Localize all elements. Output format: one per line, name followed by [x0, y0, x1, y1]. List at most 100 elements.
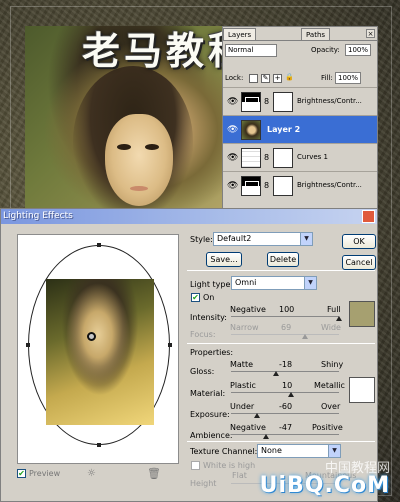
layer-row[interactable]: 👁 Layer 2	[223, 115, 377, 143]
lock-all-icon[interactable]: 🔒	[285, 74, 294, 83]
photo-lips	[130, 186, 148, 191]
lock-move-icon[interactable]: +	[273, 74, 282, 83]
ambience-value: -47	[279, 423, 293, 432]
layer-row[interactable]: 👁 8 Curves 1	[223, 143, 377, 171]
photo-eye-left	[117, 144, 131, 150]
material-value: 10	[282, 381, 293, 390]
visibility-eye-icon[interactable]: 👁	[227, 181, 238, 191]
chevron-down-icon: ▼	[304, 277, 316, 289]
tab-paths[interactable]: Paths	[301, 28, 331, 40]
light-type-label: Light type:	[190, 280, 234, 289]
dialog-titlebar[interactable]: Lighting Effects	[1, 209, 377, 224]
ambience-slider-thumb[interactable]	[263, 434, 269, 439]
trash-icon[interactable]: 🗑	[147, 467, 161, 480]
photo-face	[105, 114, 173, 206]
style-label: Style:	[190, 235, 213, 244]
cancel-button[interactable]: Cancel	[342, 255, 376, 270]
save-button[interactable]: Save...	[206, 252, 242, 267]
layer-mask-thumbnail[interactable]	[273, 92, 293, 112]
ambience-label: Ambience:	[190, 431, 233, 440]
gloss-slider-track[interactable]	[231, 371, 339, 372]
intensity-slider-thumb[interactable]	[336, 316, 342, 321]
light-preview[interactable]	[17, 234, 179, 464]
light-center-handle[interactable]	[87, 332, 96, 341]
blend-row: Normal Opacity: 100%	[225, 44, 377, 58]
intensity-max-label: Full	[327, 305, 341, 314]
opacity-input[interactable]: 100%	[345, 44, 371, 56]
exposure-label: Exposure:	[190, 410, 230, 419]
light-bulb-icon[interactable]: ☼	[87, 468, 96, 479]
ambience-slider-track[interactable]	[231, 434, 339, 435]
visibility-eye-icon[interactable]: 👁	[227, 125, 238, 135]
ok-button[interactable]: OK	[342, 234, 376, 249]
fill-input[interactable]: 100%	[335, 72, 361, 84]
preview-footer: ✔ Preview ☼ 🗑	[17, 467, 179, 487]
texture-channel-select[interactable]: None ▼	[257, 444, 341, 458]
exposure-min-label: Under	[230, 402, 255, 411]
layer-row[interactable]: 👁 8 Brightness/Contr...	[223, 171, 377, 199]
light-on-checkbox[interactable]: ✔	[191, 293, 200, 302]
ambience-min-label: Negative	[230, 423, 266, 432]
height-label: Height	[190, 479, 217, 488]
watermark-logo: UiBQ.CoM	[259, 473, 390, 498]
gloss-value: -18	[279, 360, 293, 369]
divider	[187, 343, 375, 344]
height-min-label: Flat	[232, 471, 247, 480]
ellipse-handle-right[interactable]	[168, 343, 172, 347]
material-slider-track[interactable]	[231, 392, 339, 393]
preview-checkbox[interactable]: ✔	[17, 469, 26, 478]
focus-slider-thumb[interactable]	[302, 334, 308, 339]
gloss-max-label: Shiny	[321, 360, 344, 369]
layer-name: Layer 2	[267, 125, 301, 134]
layers-panel: Layers Paths × Normal Opacity: 100% Lock…	[222, 26, 378, 216]
intensity-value: 100	[279, 305, 295, 314]
chevron-down-icon: ▼	[300, 233, 312, 245]
panel-close-icon[interactable]: ×	[366, 29, 375, 38]
exposure-slider-thumb[interactable]	[254, 413, 260, 418]
light-on-label: On	[203, 293, 215, 302]
ellipse-handle-top[interactable]	[97, 243, 101, 247]
light-type-value: Omni	[235, 278, 257, 287]
focus-value: 69	[281, 323, 292, 332]
link-chain-icon: 8	[264, 181, 270, 190]
visibility-eye-icon[interactable]: 👁	[227, 153, 238, 163]
divider	[187, 441, 375, 442]
photo-eye-right	[145, 144, 159, 150]
layers-tabbar: Layers Paths ×	[223, 27, 377, 41]
preview-image	[46, 279, 154, 425]
focus-slider-track[interactable]	[231, 334, 339, 335]
light-type-select[interactable]: Omni ▼	[231, 276, 317, 290]
style-select[interactable]: Default2 ▼	[213, 232, 313, 246]
delete-button[interactable]: Delete	[267, 252, 299, 267]
white-is-high-label: White is high	[203, 461, 256, 470]
preview-label: Preview	[29, 469, 61, 478]
focus-min-label: Narrow	[230, 323, 259, 332]
layer-row[interactable]: 👁 8 Brightness/Contr...	[223, 87, 377, 115]
exposure-value: -60	[279, 402, 293, 411]
properties-label: Properties:	[190, 348, 234, 357]
material-max-label: Metallic	[314, 381, 345, 390]
link-chain-icon: 8	[264, 97, 270, 106]
lock-brush-icon[interactable]: ✎	[261, 74, 270, 83]
tab-layers[interactable]: Layers	[223, 28, 257, 40]
gloss-min-label: Matte	[230, 360, 253, 369]
lock-transparent-icon[interactable]	[249, 74, 258, 83]
light-color-swatch[interactable]	[349, 301, 375, 327]
intensity-slider-track[interactable]	[231, 316, 339, 317]
blend-mode-select[interactable]: Normal	[225, 44, 277, 57]
layer-mask-thumbnail[interactable]	[273, 176, 293, 196]
ellipse-handle-bottom[interactable]	[97, 443, 101, 447]
visibility-eye-icon[interactable]: 👁	[227, 97, 238, 107]
close-icon[interactable]	[362, 210, 375, 223]
texture-channel-label: Texture Channel:	[190, 447, 258, 456]
focus-max-label: Wide	[321, 323, 341, 332]
exposure-max-label: Over	[321, 402, 341, 411]
ellipse-handle-left[interactable]	[26, 343, 30, 347]
gloss-slider-thumb[interactable]	[273, 371, 279, 376]
link-chain-icon: 8	[264, 153, 270, 162]
material-slider-thumb[interactable]	[288, 392, 294, 397]
exposure-slider-track[interactable]	[231, 413, 339, 414]
ambient-color-swatch[interactable]	[349, 377, 375, 403]
layer-mask-thumbnail[interactable]	[273, 148, 293, 168]
white-is-high-checkbox[interactable]	[191, 461, 200, 470]
